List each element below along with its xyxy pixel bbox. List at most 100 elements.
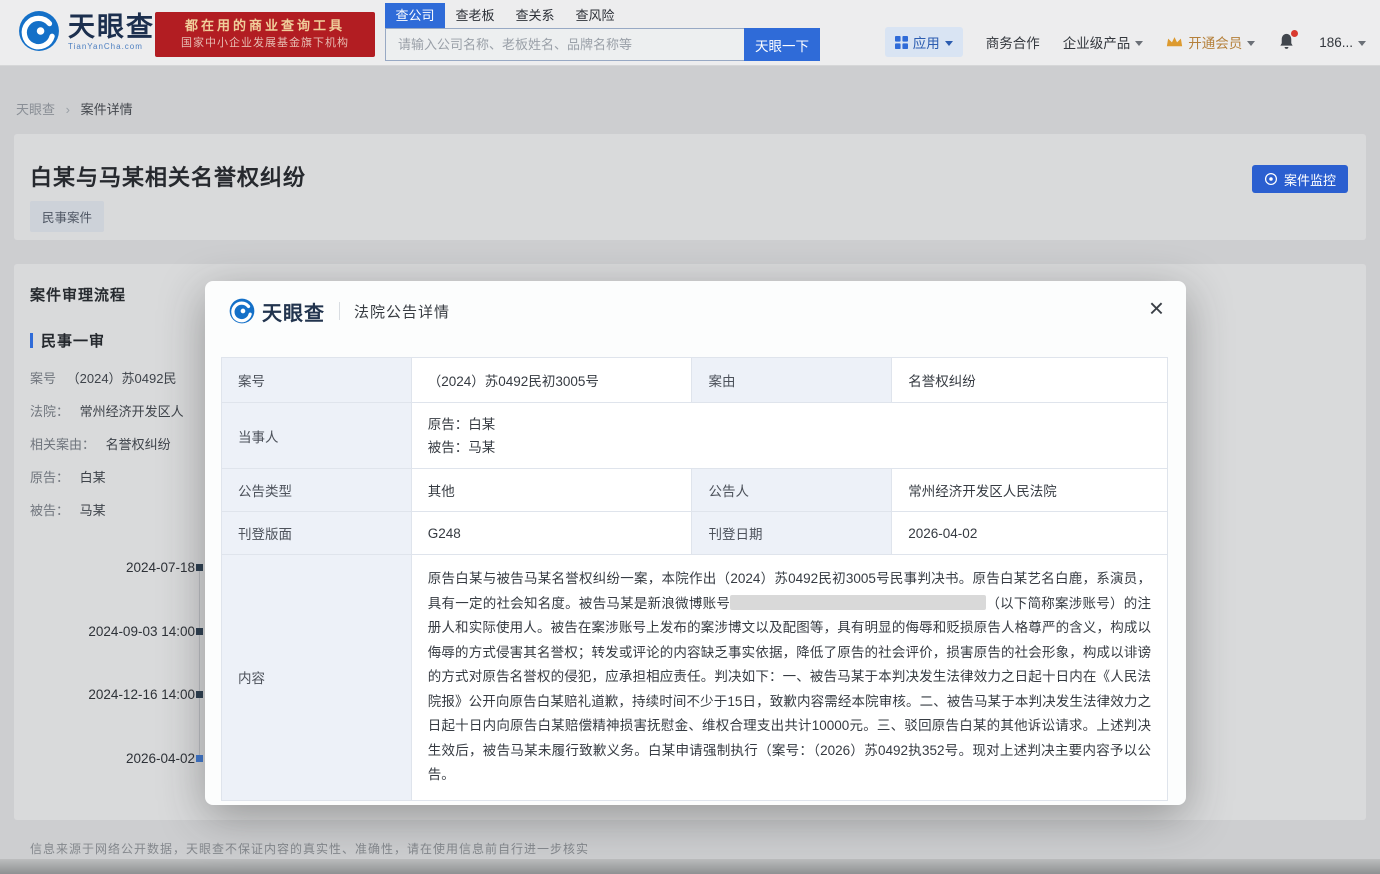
notifications[interactable] xyxy=(1278,32,1296,52)
table-row: 案号 （2024）苏0492民初3005号 案由 名誉权纠纷 xyxy=(222,358,1168,403)
stage-accent-bar xyxy=(30,333,33,348)
modal-title: 法院公告详情 xyxy=(354,301,450,322)
timeline-node-icon xyxy=(196,564,203,571)
timeline-date: 2024-09-03 14:00 xyxy=(14,624,195,639)
case-no-label: 案号 xyxy=(222,358,412,403)
timeline-node-icon xyxy=(196,628,203,635)
content-text: （以下简称案涉账号）的注册人和实际使用人。被告在案涉账号上发布的案涉博文以及配图… xyxy=(428,596,1151,783)
case-type-badge: 民事案件 xyxy=(30,201,104,232)
redacted-account-box xyxy=(730,595,986,610)
announcer-value: 常州经济开发区人民法院 xyxy=(892,469,1168,512)
cause-value: 名誉权纠纷 xyxy=(892,358,1168,403)
breadcrumb-current: 案件详情 xyxy=(81,102,133,117)
search-input[interactable] xyxy=(385,28,744,61)
notification-badge xyxy=(1291,30,1298,37)
flow-section-title: 案件审理流程 xyxy=(30,284,126,305)
nav-vip-label: 开通会员 xyxy=(1188,32,1242,52)
nav-enterprise-label: 企业级产品 xyxy=(1063,32,1131,52)
nav-apps-label: 应用 xyxy=(913,32,940,52)
field-court: 法院： 常州经济开发区人 xyxy=(30,395,212,428)
stage-label: 民事一审 xyxy=(41,330,105,351)
tab-search-risk[interactable]: 查风险 xyxy=(565,3,625,28)
caret-down-icon xyxy=(1135,41,1143,46)
app-grid-icon xyxy=(895,36,908,49)
tianyancha-eye-icon xyxy=(18,10,60,52)
nav-apps[interactable]: 应用 xyxy=(885,27,963,57)
court-announcement-modal: 天眼查 法院公告详情 × 案号 （2024）苏0492民初3005号 案由 名誉… xyxy=(205,281,1186,805)
tab-search-relation[interactable]: 查关系 xyxy=(505,3,565,28)
page-label: 刊登版面 xyxy=(222,512,412,555)
party-label: 当事人 xyxy=(222,403,412,469)
modal-header: 天眼查 法院公告详情 xyxy=(205,281,1186,341)
tab-search-company[interactable]: 查公司 xyxy=(385,3,445,28)
case-monitor-button[interactable]: 案件监控 xyxy=(1252,165,1348,193)
field-cause: 相关案由： 名誉权纠纷 xyxy=(30,428,212,461)
breadcrumb: 天眼查 › 案件详情 xyxy=(16,99,133,118)
table-row: 公告类型 其他 公告人 常州经济开发区人民法院 xyxy=(222,469,1168,512)
promo-line1: 都在用的商业查询工具 xyxy=(155,17,375,35)
search-area: 查公司 查老板 查关系 查风险 天眼一下 xyxy=(385,3,820,61)
header-nav: 应用 商务合作 企业级产品 开通会员 xyxy=(885,27,1366,57)
search-tabs: 查公司 查老板 查关系 查风险 xyxy=(385,3,820,28)
content-label: 内容 xyxy=(222,555,412,801)
field-case-number: 案号 （2024）苏0492民 xyxy=(30,362,212,395)
breadcrumb-home[interactable]: 天眼查 xyxy=(16,102,55,117)
bell-icon xyxy=(1278,32,1296,52)
party-value: 原告：白某 被告：马某 xyxy=(411,403,1167,469)
timeline-node-icon xyxy=(196,755,203,762)
table-row: 当事人 原告：白某 被告：马某 xyxy=(222,403,1168,469)
nav-vip[interactable]: 开通会员 xyxy=(1166,32,1255,52)
account-phone-label: 186... xyxy=(1319,35,1353,50)
nav-enterprise[interactable]: 企业级产品 xyxy=(1063,32,1144,52)
close-icon[interactable]: × xyxy=(1149,293,1164,323)
table-row: 刊登版面 G248 刊登日期 2026-04-02 xyxy=(222,512,1168,555)
date-value: 2026-04-02 xyxy=(892,512,1168,555)
logo-text: 天眼查 xyxy=(68,12,155,42)
caret-down-icon xyxy=(945,41,953,46)
monitor-icon xyxy=(1264,172,1278,186)
date-label: 刊登日期 xyxy=(692,512,892,555)
breadcrumb-separator-icon: › xyxy=(66,102,70,117)
party-defendant: 被告：马某 xyxy=(428,436,1151,459)
field-plaintiff: 原告： 白某 xyxy=(30,461,212,494)
bottom-edge xyxy=(0,859,1380,874)
case-monitor-label: 案件监控 xyxy=(1284,170,1336,189)
type-value: 其他 xyxy=(411,469,692,512)
tianyancha-logo[interactable]: 天眼查 TianYanCha.com xyxy=(18,10,155,52)
modal-brand: 天眼查 xyxy=(262,297,325,326)
party-plaintiff: 原告：白某 xyxy=(428,413,1151,436)
case-no-value: （2024）苏0492民初3005号 xyxy=(411,358,692,403)
timeline-date: 2024-12-16 14:00 xyxy=(14,687,195,702)
search-button[interactable]: 天眼一下 xyxy=(744,28,820,61)
case-fields: 案号 （2024）苏0492民 法院： 常州经济开发区人 相关案由： 名誉权纠纷… xyxy=(30,362,212,527)
cause-label: 案由 xyxy=(692,358,892,403)
divider xyxy=(339,302,340,320)
table-row: 内容 原告白某与被告马某名誉权纠纷一案，本院作出（2024）苏0492民初300… xyxy=(222,555,1168,801)
caret-down-icon xyxy=(1358,41,1366,46)
timeline-node-icon xyxy=(196,691,203,698)
timeline-date: 2024-07-18 xyxy=(14,560,195,575)
disclaimer-text: 信息来源于网络公开数据，天眼查不保证内容的真实性、准确性，请在使用信息前自行进一… xyxy=(30,840,589,857)
promo-banner[interactable]: 都在用的商业查询工具 国家中小企业发展基金旗下机构 xyxy=(155,12,375,57)
caret-down-icon xyxy=(1247,41,1255,46)
account-phone[interactable]: 186... xyxy=(1319,35,1366,50)
logo-subtext: TianYanCha.com xyxy=(68,42,155,51)
type-label: 公告类型 xyxy=(222,469,412,512)
timeline-line xyxy=(199,567,200,758)
content-value: 原告白某与被告马某名誉权纠纷一案，本院作出（2024）苏0492民初3005号民… xyxy=(411,555,1167,801)
announcement-table: 案号 （2024）苏0492民初3005号 案由 名誉权纠纷 当事人 原告：白某… xyxy=(221,357,1168,801)
stage-civil-first-instance[interactable]: 民事一审 xyxy=(30,330,105,351)
field-defendant: 被告： 马某 xyxy=(30,494,212,527)
announcer-label: 公告人 xyxy=(692,469,892,512)
crown-icon xyxy=(1166,36,1183,48)
case-title-card: 白某与马某相关名誉权纠纷 民事案件 案件监控 xyxy=(14,134,1366,240)
tianyancha-eye-icon xyxy=(229,298,255,324)
nav-cooperation[interactable]: 商务合作 xyxy=(986,32,1040,52)
page-value: G248 xyxy=(411,512,692,555)
page-title: 白某与马某相关名誉权纠纷 xyxy=(30,160,306,192)
tab-search-boss[interactable]: 查老板 xyxy=(445,3,505,28)
promo-line2: 国家中小企业发展基金旗下机构 xyxy=(155,35,375,51)
top-header: 天眼查 TianYanCha.com 都在用的商业查询工具 国家中小企业发展基金… xyxy=(0,0,1380,66)
page: 天眼查 TianYanCha.com 都在用的商业查询工具 国家中小企业发展基金… xyxy=(0,0,1380,874)
timeline-date: 2026-04-02 xyxy=(14,751,195,766)
